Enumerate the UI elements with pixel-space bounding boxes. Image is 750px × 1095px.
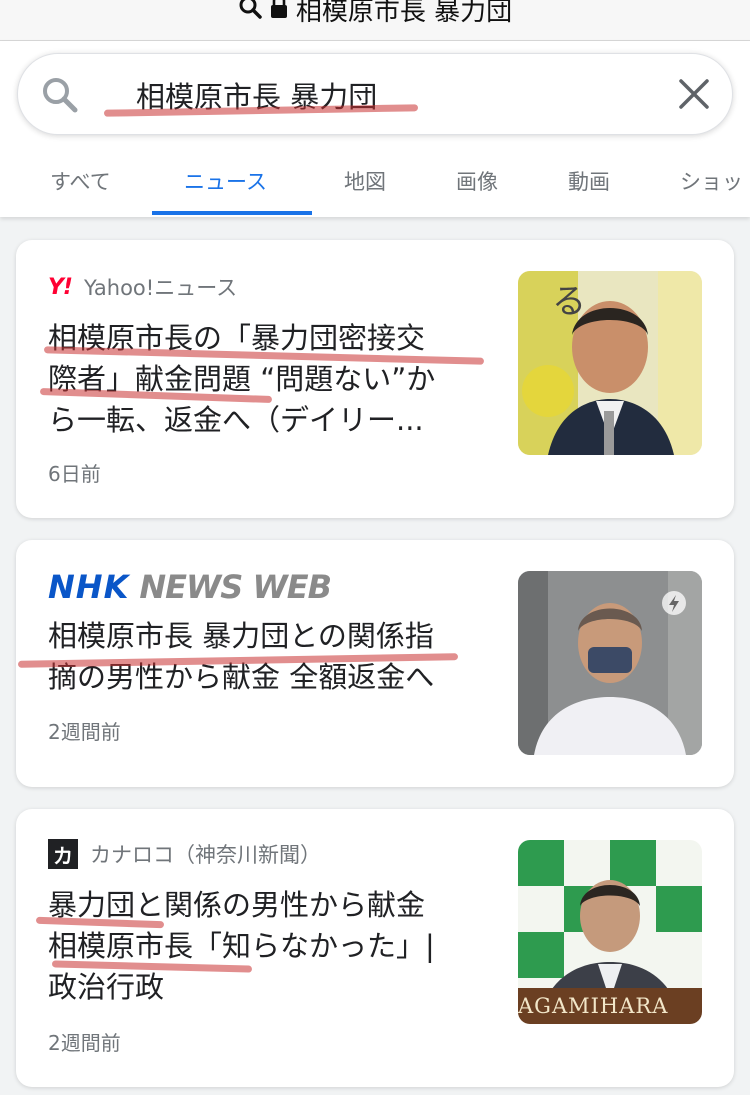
news-card-1[interactable]: Y! Yahoo!ニュース 相模原市長の「暴力団密接交 際者」献金問題 “問題な… (16, 240, 734, 518)
title-line: 相模原市長 暴力団との関係指 (48, 619, 434, 653)
title-line: 相模原市長「知らなかった」| (48, 929, 435, 963)
lock-icon (270, 0, 288, 23)
thumbnail-caption: AGAMIHARA (518, 994, 669, 1018)
news-time: 2週間前 (48, 720, 121, 744)
active-tab-indicator (152, 211, 312, 215)
source-name: カナロコ（神奈川新聞） (90, 843, 321, 867)
news-source: Y! Yahoo!ニュース (48, 272, 237, 302)
news-card-2[interactable]: NHK NEWS WEB 相模原市長 暴力団との関係指 摘の男性から献金 全額返… (16, 540, 734, 787)
nhk-logo-text: NHK (48, 568, 130, 606)
news-source: カ カナロコ（神奈川新聞） (48, 839, 321, 869)
kanaloco-logo: カ (48, 839, 78, 869)
tab-images[interactable]: 画像 (456, 166, 498, 196)
tab-news[interactable]: ニュース (184, 166, 267, 196)
title-line: ら一転、返金へ（デイリー... (48, 403, 424, 437)
search-input[interactable]: 相模原市長 暴力団 (17, 53, 733, 135)
nhk-logo: NHK NEWS WEB (48, 568, 332, 606)
news-thumbnail[interactable]: る (518, 271, 702, 455)
news-thumbnail[interactable]: AGAMIHARA (518, 840, 702, 1024)
svg-text:る: る (552, 282, 586, 322)
news-card-3[interactable]: カ カナロコ（神奈川新聞） 暴力団と関係の男性から献金 相模原市長「知らなかった… (16, 809, 734, 1087)
news-thumbnail[interactable] (518, 571, 702, 755)
search-icon (238, 0, 262, 23)
tab-shopping[interactable]: ショッ (680, 166, 743, 196)
news-web-logo-text: NEWS WEB (139, 568, 332, 606)
yahoo-logo: Y! (48, 274, 73, 300)
title-line: 政治行政 (48, 970, 165, 1004)
url-text: 相模原市長 暴力団 (295, 0, 513, 27)
news-time: 6日前 (48, 462, 101, 486)
tab-videos[interactable]: 動画 (568, 166, 610, 196)
search-tabs: すべて ニュース 地図 画像 動画 ショッ (0, 150, 750, 216)
news-title[interactable]: 暴力団と関係の男性から献金 相模原市長「知らなかった」| 政治行政 (48, 885, 478, 1008)
news-title[interactable]: 相模原市長の「暴力団密接交 際者」献金問題 “問題ない”か ら一転、返金へ（デイ… (48, 318, 478, 441)
search-icon[interactable] (40, 75, 80, 119)
browser-url-bar[interactable]: 相模原市長 暴力団 (0, 0, 750, 41)
tab-all[interactable]: すべて (50, 166, 111, 196)
source-name: Yahoo!ニュース (83, 276, 238, 300)
news-time: 2週間前 (48, 1031, 121, 1055)
tab-maps[interactable]: 地図 (344, 166, 386, 196)
close-icon[interactable] (678, 78, 710, 114)
